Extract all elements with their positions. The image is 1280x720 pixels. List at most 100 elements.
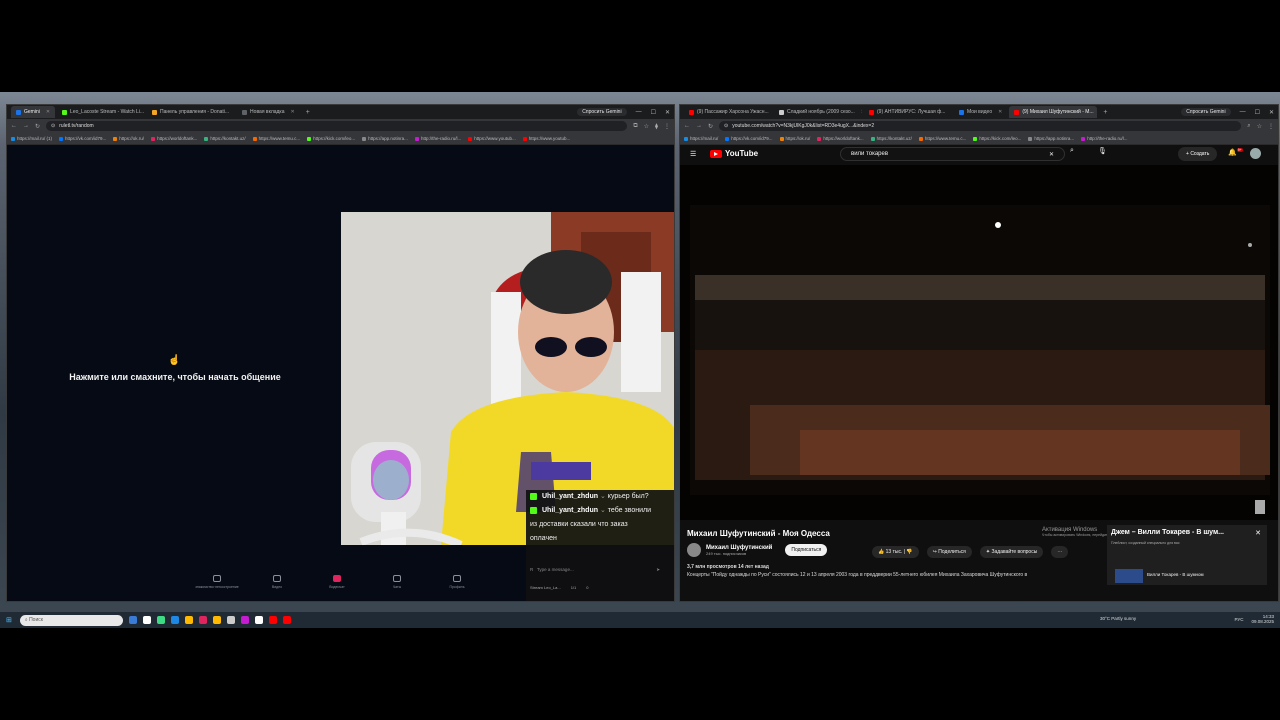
star-icon[interactable]: ☆: [644, 123, 649, 130]
chat-input[interactable]: R Type a message... ➤: [530, 567, 660, 573]
zoom-icon[interactable]: ⌕: [1247, 123, 1250, 130]
bookmark-item[interactable]: http://the-radio.ru/l...: [414, 136, 461, 141]
taskbar-app-icon[interactable]: [240, 616, 249, 624]
notifications-bell-icon[interactable]: 🔔9+: [1228, 148, 1243, 156]
windows-start-icon[interactable]: ⊞: [6, 616, 12, 624]
taskbar-app-icon[interactable]: [254, 616, 263, 624]
next-video-thumbnail[interactable]: [1115, 569, 1143, 583]
new-tab-icon[interactable]: +: [1099, 109, 1111, 116]
address-bar[interactable]: ⊙ ruletl.tv/random: [46, 121, 628, 131]
reload-icon[interactable]: ↻: [708, 123, 713, 130]
tab-close-icon[interactable]: ✕: [291, 109, 295, 115]
close-window-icon[interactable]: ✕: [1269, 109, 1274, 116]
bottom-nav-item[interactable]: знакомство·легкостроение: [187, 575, 247, 601]
youtube-search-input[interactable]: вили токарев ✕: [840, 147, 1065, 161]
minimize-icon[interactable]: —: [636, 109, 642, 115]
translate-icon[interactable]: ⧉: [633, 123, 637, 130]
taskbar-app-icon[interactable]: [212, 616, 221, 624]
youtube-logo[interactable]: YouTube: [710, 149, 758, 158]
bookmark-item[interactable]: https://vk.com/id79...: [725, 136, 773, 141]
stream-label[interactable]: Stream Leo_La...: [530, 585, 561, 590]
hamburger-menu-icon[interactable]: ☰: [690, 150, 696, 158]
chat-username[interactable]: Uhil_yant_zhdun: [542, 507, 598, 514]
browser-tab[interactable]: Gemini ✕: [11, 106, 56, 118]
taskbar-search-input[interactable]: ⌕ Поиск: [19, 614, 123, 626]
next-video-title[interactable]: Вилли Токарев - В шумном: [1147, 572, 1204, 577]
channel-avatar[interactable]: [687, 543, 701, 557]
browser-tab[interactable]: Сладкий ноябрь (2009 сезо... ✕: [774, 106, 862, 118]
share-button[interactable]: ↪ Поделиться: [926, 546, 972, 558]
chat-username[interactable]: Uhil_yant_zhdun: [542, 493, 598, 500]
bookmark-item[interactable]: https://kick.com/leo...: [307, 136, 355, 141]
forward-icon[interactable]: →: [696, 123, 702, 129]
bookmark-item[interactable]: https://worldoftank...: [151, 136, 197, 141]
bottom-nav-item[interactable]: Видео: [247, 575, 307, 601]
video-description[interactable]: 3,7 млн просмотров 14 лет назад Концерты…: [687, 563, 1097, 579]
bookmark-item[interactable]: https://app.notinra...: [1028, 136, 1074, 141]
bookmark-item[interactable]: https://www.youtub...: [522, 136, 570, 141]
taskbar-app-icon[interactable]: [198, 616, 207, 624]
bottom-nav-item[interactable]: Чаты: [367, 575, 427, 601]
back-icon[interactable]: ←: [684, 123, 690, 129]
microphone-icon[interactable]: 🎙: [1098, 147, 1107, 155]
create-button[interactable]: + Создать: [1178, 147, 1218, 161]
bookmark-item[interactable]: https://kontakt.uz/: [870, 136, 912, 141]
clock-date[interactable]: 09.08.2025: [1251, 619, 1274, 624]
forward-icon[interactable]: →: [23, 123, 29, 129]
ask-gemini-button[interactable]: Спросить Gemini: [577, 108, 627, 116]
send-icon[interactable]: ➤: [656, 567, 660, 573]
taskbar-app-icon[interactable]: [282, 616, 291, 624]
tab-close-icon[interactable]: ✕: [998, 109, 1002, 115]
site-info-icon[interactable]: ⊙: [51, 123, 55, 129]
search-icon[interactable]: ⌕: [1070, 147, 1074, 155]
reload-icon[interactable]: ↻: [35, 123, 40, 130]
playlist-miniplayer[interactable]: Джем – Вилли Токарев - В шум... Плейлист…: [1107, 525, 1267, 585]
like-button[interactable]: 👍 13 тыс. | 👎: [872, 546, 919, 558]
bookmark-item[interactable]: https://ok.ru/: [113, 136, 144, 141]
subscribe-button[interactable]: Подписаться: [785, 544, 828, 556]
close-window-icon[interactable]: ✕: [665, 109, 670, 116]
video-roulette-page[interactable]: ☝ Нажмите или смахните, чтобы начать общ…: [7, 145, 674, 601]
taskbar-app-icon[interactable]: [226, 616, 235, 624]
start-prompt[interactable]: Нажмите или смахните, чтобы начать общен…: [47, 372, 303, 382]
bottom-nav-item[interactable]: Профиль: [427, 575, 487, 601]
browser-tab[interactable]: (9) Михаил Шуфутинский - М...✕: [1009, 106, 1098, 118]
tab-close-icon[interactable]: ✕: [951, 109, 952, 115]
taskbar-app-icon[interactable]: [128, 616, 137, 624]
star-icon[interactable]: ☆: [1257, 123, 1262, 130]
channel-name[interactable]: Михаил Шуфутинский: [706, 545, 772, 551]
tab-close-icon[interactable]: ✕: [861, 109, 862, 115]
taskbar-app-icon[interactable]: [184, 616, 193, 624]
bookmark-item[interactable]: https://app.notinra...: [362, 136, 408, 141]
browser-tab[interactable]: (9) Пассажир Харсона Ужасн...✕: [684, 106, 772, 118]
bookmark-item[interactable]: https://www.temu.c...: [918, 136, 966, 141]
new-tab-icon[interactable]: +: [302, 109, 314, 116]
more-actions-icon[interactable]: ⋯: [1051, 546, 1069, 558]
tab-close-icon[interactable]: ✕: [46, 109, 50, 115]
taskbar-app-icon[interactable]: [156, 616, 165, 624]
extensions-icon[interactable]: ⧫: [655, 123, 658, 130]
bookmark-item[interactable]: https://worldoftank...: [817, 136, 864, 141]
browser-tab[interactable]: Новая вкладка ✕: [237, 106, 300, 118]
browser-tab[interactable]: Мои видео ✕: [954, 106, 1007, 118]
bookmark-item[interactable]: https://mail.ru/ (1): [11, 136, 52, 141]
taskbar-app-icon[interactable]: [142, 616, 151, 624]
bookmark-item[interactable]: https://vk.com/id79...: [59, 136, 106, 141]
taskbar-app-icon[interactable]: [268, 616, 277, 624]
bookmark-item[interactable]: https://kick.com/leo...: [973, 136, 1021, 141]
account-avatar[interactable]: [1250, 148, 1261, 159]
bottom-nav-item[interactable]: Видеочат: [307, 575, 367, 601]
bookmark-item[interactable]: https://mail.ru/: [684, 136, 718, 141]
playlist-title[interactable]: Джем – Вилли Токарев - В шум...: [1111, 529, 1246, 536]
taskbar-app-icon[interactable]: [170, 616, 179, 624]
site-info-icon[interactable]: ⊙: [724, 123, 728, 129]
close-icon[interactable]: ✕: [1255, 529, 1261, 537]
browser-tab[interactable]: Leo_Lacoste Stream - Watch Li...✕: [57, 106, 145, 118]
back-icon[interactable]: ←: [11, 123, 17, 129]
bookmark-item[interactable]: http://the-radio.ru/l...: [1081, 136, 1127, 141]
weather-widget[interactable]: 30°C Partly sunny: [1100, 616, 1136, 621]
browser-tab[interactable]: (9) АНТИВИРУС: Лучшая ф... ✕: [864, 106, 952, 118]
clear-search-icon[interactable]: ✕: [1049, 151, 1054, 158]
menu-icon[interactable]: ⋮: [664, 123, 670, 130]
bookmark-item[interactable]: https://www.youtub...: [468, 136, 516, 141]
